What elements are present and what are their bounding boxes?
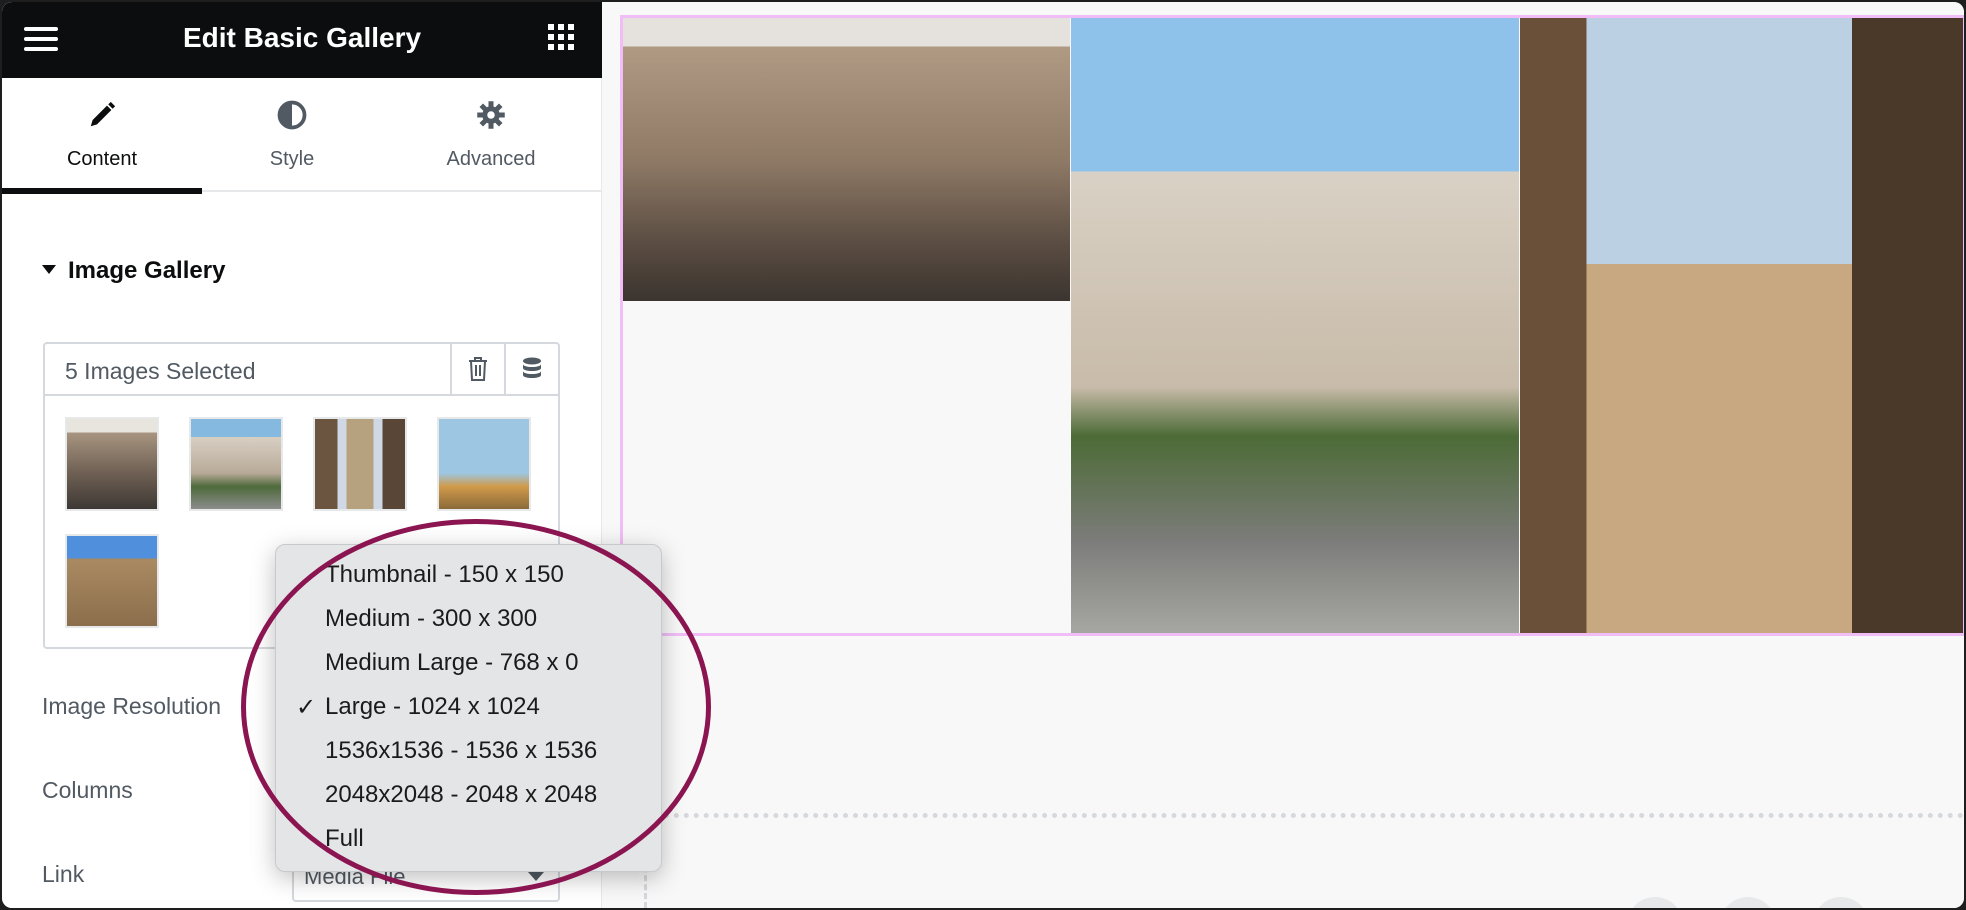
images-selected-count: 5 Images Selected: [65, 358, 256, 384]
image-resolution-label: Image Resolution: [42, 693, 221, 719]
pencil-icon: [2, 100, 202, 134]
delete-gallery-button[interactable]: [450, 344, 504, 394]
gallery-image[interactable]: [1520, 18, 1963, 633]
gallery-widget[interactable]: [620, 15, 1964, 636]
section-title: Image Gallery: [68, 257, 226, 284]
gallery-header: 5 Images Selected: [45, 344, 558, 396]
link-label: Link: [42, 861, 85, 887]
dropdown-option-selected[interactable]: Large - 1024 x 1024: [325, 693, 540, 721]
gallery-image[interactable]: [1071, 18, 1519, 633]
gallery-thumbnail[interactable]: [437, 417, 531, 511]
panel-tabs: Content Style Advanced: [2, 78, 602, 194]
dropdown-option[interactable]: Medium Large - 768 x 0: [325, 649, 578, 677]
chevron-down-icon: [528, 872, 544, 881]
tab-label: Style: [269, 148, 315, 170]
contrast-icon: [192, 100, 392, 134]
dropdown-option[interactable]: Medium - 300 x 300: [325, 605, 537, 633]
database-icon: [523, 357, 541, 378]
grid-icon[interactable]: [548, 24, 574, 50]
dropdown-option[interactable]: 1536x1536 - 1536 x 1536: [325, 737, 597, 765]
gallery-thumbnail[interactable]: [313, 417, 407, 511]
tab-label: Advanced: [446, 148, 536, 170]
caret-down-icon: [42, 265, 56, 274]
preview-canvas: [602, 2, 1964, 908]
gallery-thumbnail[interactable]: [65, 534, 159, 628]
dynamic-tags-button[interactable]: [504, 344, 558, 394]
image-resolution-dropdown: Thumbnail - 150 x 150 Medium - 300 x 300…: [275, 544, 662, 872]
tab-label: Content: [66, 148, 138, 170]
tab-advanced[interactable]: Advanced: [391, 78, 591, 192]
dropdown-option[interactable]: Full: [325, 825, 364, 853]
dropdown-option[interactable]: Thumbnail - 150 x 150: [325, 561, 564, 589]
trash-icon: [469, 357, 487, 381]
gallery-image[interactable]: [623, 18, 1070, 301]
editor-window: Edit Basic Gallery Content Style Advance…: [2, 2, 1964, 908]
gear-icon: [391, 100, 591, 134]
gallery-thumbnail[interactable]: [65, 417, 159, 511]
dropdown-option[interactable]: 2048x2048 - 2048 x 2048: [325, 781, 597, 809]
section-image-gallery[interactable]: Image Gallery: [42, 257, 225, 285]
checkmark-icon: ✓: [296, 694, 317, 721]
gallery-thumbnail[interactable]: [189, 417, 283, 511]
tab-content[interactable]: Content: [2, 78, 202, 194]
tab-style[interactable]: Style: [192, 78, 392, 192]
panel-header: Edit Basic Gallery: [2, 2, 602, 78]
columns-label: Columns: [42, 777, 133, 803]
empty-section-dropzone[interactable]: [644, 813, 1964, 908]
panel-title: Edit Basic Gallery: [182, 22, 422, 53]
